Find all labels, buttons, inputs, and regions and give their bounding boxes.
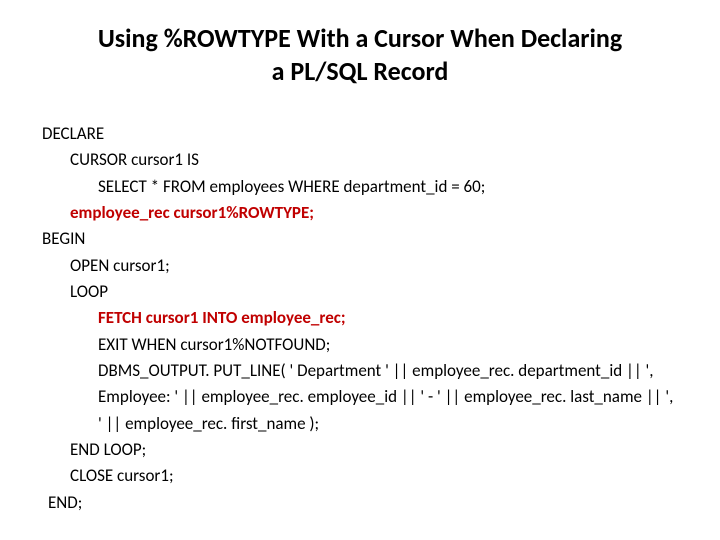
code-line-highlight: FETCH cursor1 INTO employee_rec; bbox=[42, 305, 678, 331]
code-line: EXIT WHEN cursor1%NOTFOUND; bbox=[42, 332, 678, 358]
code-line: DBMS_OUTPUT. PUT_LINE( ' Department ' ||… bbox=[42, 358, 678, 437]
code-line: OPEN cursor1; bbox=[42, 253, 678, 279]
slide-title: Using %ROWTYPE With a Cursor When Declar… bbox=[90, 22, 630, 87]
code-line: END LOOP; bbox=[42, 437, 678, 463]
code-line: DECLARE bbox=[42, 121, 678, 147]
code-line: CLOSE cursor1; bbox=[42, 463, 678, 489]
code-line: SELECT * FROM employees WHERE department… bbox=[42, 174, 678, 200]
code-line-highlight: employee_rec cursor1%ROWTYPE; bbox=[42, 200, 678, 226]
code-line: BEGIN bbox=[42, 226, 678, 252]
code-line: CURSOR cursor1 IS bbox=[42, 147, 678, 173]
code-line: END; bbox=[42, 490, 678, 516]
code-block: DECLARE CURSOR cursor1 IS SELECT * FROM … bbox=[42, 121, 678, 516]
code-line: LOOP bbox=[42, 279, 678, 305]
